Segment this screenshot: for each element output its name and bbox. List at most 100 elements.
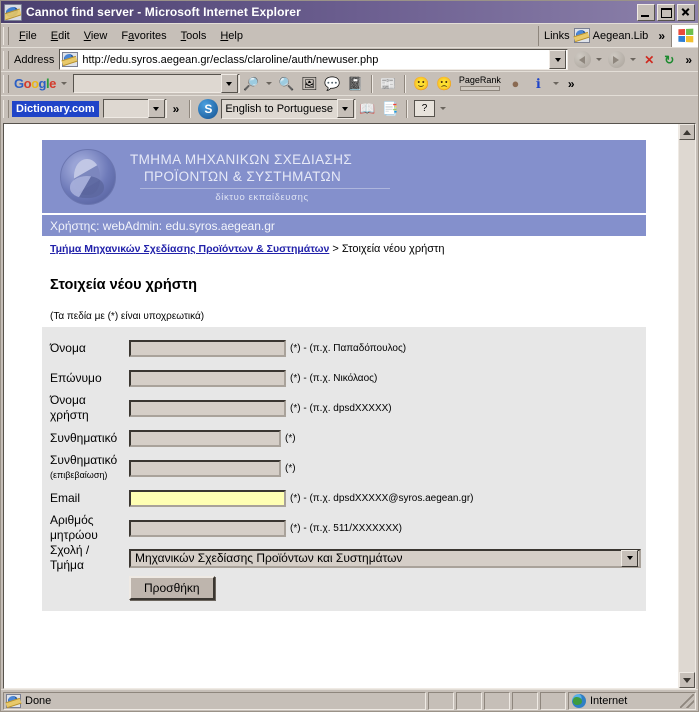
translate-dropdown-icon[interactable] [336,99,354,118]
breadcrumb-link-department[interactable]: Τμήμα Μηχανικών Σχεδίασης Προϊόντων & Συ… [50,243,329,255]
forward-history-dropdown-icon[interactable] [630,58,637,61]
hint-firstname: (*) - (π.χ. Παπαδόπουλος) [290,342,407,354]
window-controls [637,3,696,21]
address-overflow-icon[interactable]: » [679,53,698,67]
dictionary-logo[interactable]: Dictionary.com [12,100,99,117]
google-blogger-icon[interactable]: ● [506,74,525,93]
department-dropdown-icon[interactable] [621,549,638,567]
lastname-input[interactable] [129,369,286,387]
back-button[interactable] [571,50,593,70]
address-dropdown-icon[interactable] [549,50,567,69]
pagerank-bar [459,86,500,91]
password-confirm-input[interactable] [129,459,281,477]
window-title: Cannot find server - Microsoft Internet … [26,5,301,19]
links-overflow-icon[interactable]: » [652,29,671,43]
security-zone-label: Internet [590,694,628,707]
label-department-line2: Τμήμα [50,558,84,572]
forward-button[interactable] [605,50,627,70]
user-info-bar: Χρήστης: webAdmin: edu.syros.aegean.gr [42,215,646,236]
label-password-confirm-line1: Συνθηματικό [50,453,118,467]
label-student-id-line1: Αριθμός [50,513,94,527]
google-logo[interactable]: Google [12,76,58,91]
banner-line-2: ΠΡΟΪΟΝΤΩΝ & ΣΥΣΤΗΜΑΤΩΝ [144,168,342,184]
google-news-icon[interactable]: 📰 [379,74,398,93]
google-autofill-icon[interactable]: 📓 [346,74,365,93]
links-item-aegean-lib[interactable]: Aegean.Lib [593,30,649,42]
form-row-username: Όνομα χρήστη (*) - (π.χ. dpsdXXXXX) [42,393,646,423]
label-password-confirm: Συνθηματικό (επιβεβαίωση) [50,453,129,483]
google-info-icon[interactable]: ℹ [529,74,548,93]
address-bar-grip[interactable] [3,50,9,69]
student-id-input[interactable] [129,519,286,537]
department-select-value: Μηχανικών Σχεδίασης Προϊόντων και Συστημ… [135,551,403,565]
password-input[interactable] [129,429,281,447]
hint-password-confirm: (*) [285,462,296,474]
email-input[interactable] [129,489,286,507]
required-fields-note: (Τα πεδία με (*) είναι υποχρεωτικά) [50,311,205,322]
windows-logo-icon [671,24,698,47]
address-input[interactable]: http://edu.syros.aegean.gr/eclass/clarol… [59,49,569,70]
systran-logo-icon[interactable] [198,98,219,119]
submit-button[interactable]: Προσθήκη [129,576,215,600]
label-password: Συνθηματικό [50,430,118,445]
google-info-dropdown-icon[interactable] [552,82,559,85]
dictionary-toolbar-grip[interactable] [3,99,9,118]
google-menu-dropdown-icon[interactable] [60,82,67,85]
dictionary-book-icon[interactable]: 📖 [358,99,377,118]
navigation-buttons: ✕ ↻ » [568,50,698,70]
menu-item-favorites[interactable]: Favorites [114,28,173,44]
page-viewport: ΤΜΗΜΑ ΜΗΧΑΝΙΚΩΝ ΣΧΕΔΙΑΣΗΣ ΠΡΟΪΟΝΤΩΝ & ΣΥ… [3,123,696,689]
menu-item-tools[interactable]: Tools [174,28,214,44]
google-search-site-icon[interactable]: 🔍 [277,74,296,93]
menu-item-file[interactable]: FFileile [12,28,44,44]
department-select[interactable]: Μηχανικών Σχεδίασης Προϊόντων και Συστημ… [129,548,641,568]
banner-text: ΤΜΗΜΑ ΜΗΧΑΝΙΚΩΝ ΣΧΕΔΙΑΣΗΣ ΠΡΟΪΟΝΤΩΝ & ΣΥ… [130,151,394,203]
menu-item-edit[interactable]: Edit [44,28,77,44]
dictionary-search-input[interactable] [102,99,167,118]
minimize-button[interactable] [637,3,655,21]
resize-grip-icon[interactable] [680,693,694,708]
links-bar: Links Aegean.Lib » [537,25,671,46]
form-row-department: Σχολή / Τμήμα Μηχανικών Σχεδίασης Προϊόν… [42,543,646,573]
menu-item-view[interactable]: View [77,28,115,44]
site-banner: ΤΜΗΜΑ ΜΗΧΑΝΙΚΩΝ ΣΧΕΔΙΑΣΗΣ ΠΡΟΪΟΝΤΩΝ & ΣΥ… [42,140,646,213]
google-images-icon[interactable]: 🖼 [300,74,319,93]
page-scrollbar[interactable] [678,124,695,688]
dictionary-help-icon[interactable]: ? [413,100,435,117]
dictionary-search-dropdown-icon[interactable] [147,99,165,118]
status-pane-3 [484,691,510,710]
google-search-options-icon[interactable] [265,82,272,85]
dictionary-overflow-icon[interactable]: » [167,102,186,116]
google-search-dropdown-icon[interactable] [220,74,238,93]
scroll-down-button[interactable] [679,672,695,688]
hint-student-id: (*) - (π.χ. 511/XXXXXXX) [290,522,402,534]
back-history-dropdown-icon[interactable] [596,58,603,61]
google-search-web-icon[interactable]: 🔎 [242,74,261,93]
dictionary-help-dropdown-icon[interactable] [439,107,446,110]
status-page-icon [6,693,21,708]
menu-item-help[interactable]: Help [213,28,250,44]
translate-language-value: English to Portuguese [225,102,333,115]
username-input[interactable] [129,399,286,417]
google-popup-blocker-icon[interactable]: 💬 [323,74,342,93]
google-vote-up-icon[interactable]: 🙂 [412,74,431,93]
translate-language-select[interactable]: English to Portuguese [221,98,356,119]
scroll-up-button[interactable] [679,124,695,140]
google-search-input[interactable] [72,74,240,93]
firstname-input[interactable] [129,339,286,357]
thesaurus-icon[interactable]: 📑 [381,99,400,118]
stop-button[interactable]: ✕ [641,52,657,68]
refresh-button[interactable]: ↻ [661,52,677,68]
google-vote-down-icon[interactable]: 🙁 [435,74,454,93]
label-student-id-line2: μητρώου [50,528,98,542]
google-overflow-icon[interactable]: » [562,77,581,91]
security-zone-pane[interactable]: Internet [568,691,696,710]
google-toolbar-grip[interactable] [3,74,9,93]
close-button[interactable] [677,3,695,21]
scrollbar-track[interactable] [679,140,695,672]
address-bar: Address http://edu.syros.aegean.gr/eclas… [1,47,698,71]
menu-bar-grip[interactable] [3,26,9,45]
address-label: Address [14,53,55,66]
maximize-button[interactable] [657,3,675,21]
link-favicon-icon [573,28,590,43]
